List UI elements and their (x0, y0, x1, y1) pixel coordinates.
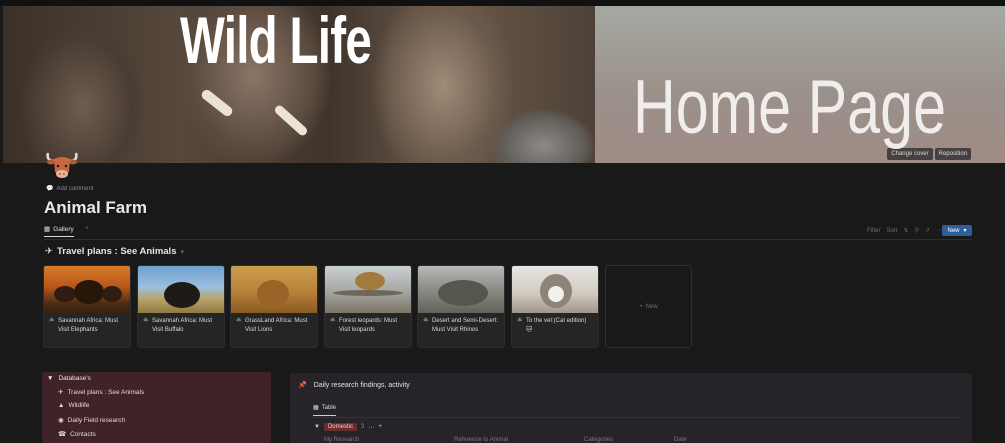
new-button[interactable]: New ▾ (942, 225, 972, 236)
sort-button[interactable]: Sort (887, 228, 898, 234)
db-link-daily-field-research[interactable]: ◉ Daily Field research (58, 416, 126, 425)
card-title: Savannah Africa: Must Visit Buffalo (152, 318, 213, 333)
new-button-label: New (947, 227, 960, 234)
group-header[interactable]: ▼ Domestic 3 ⋯ + (314, 423, 382, 431)
more-icon[interactable]: ⋯ (368, 424, 374, 431)
column-header[interactable]: Categories (584, 437, 613, 443)
palm-tree-icon: ☘ (330, 318, 336, 324)
tusk (273, 103, 309, 138)
tusk (199, 87, 235, 119)
card-image (325, 266, 411, 313)
page-title[interactable]: Animal Farm (44, 198, 147, 218)
db-link-label: Travel plans : See Animals (67, 388, 145, 396)
db-link-label: Daily Field research (67, 416, 126, 424)
tab-table-label: Table (321, 404, 337, 411)
tab-gallery[interactable]: ▦ Gallery (44, 225, 74, 237)
gallery-card[interactable]: ☘ To the vet:(Cat edition) 🐱 (511, 265, 599, 348)
contacts-icon: ☎ (58, 431, 67, 438)
search-icon[interactable]: ⚲ (915, 227, 919, 234)
add-icon[interactable]: + (378, 424, 382, 430)
research-title-label: Daily research findings, activity (313, 381, 410, 389)
card-title: Forest leopards: Must Visit leopards (339, 318, 398, 333)
cover-title-right: Home Page (633, 65, 947, 150)
chevron-down-icon[interactable]: ▾ (180, 248, 184, 256)
tree-icon: ▲ (58, 402, 65, 409)
db-link-label: Contacts (70, 430, 96, 438)
new-card-button[interactable]: + New (605, 265, 692, 348)
palm-tree-icon: ☘ (423, 318, 429, 324)
triangle-down-icon[interactable]: ▼ (47, 375, 53, 382)
database-views-bar: ▦ Gallery + Filter Sort ↯ ⚲ ↗ ⋯ New ▾ (44, 225, 972, 240)
bull-icon[interactable] (44, 147, 80, 183)
add-view-icon[interactable]: + (85, 225, 89, 232)
gallery-card[interactable]: ☘ GrassLand Africa: Must Visit Lions (230, 265, 318, 348)
db-link-travel-plans[interactable]: ✈ Travel plans : See Animals (58, 388, 145, 397)
comment-icon: 💬 (46, 186, 54, 192)
group-count: 3 (360, 424, 365, 430)
column-header[interactable]: Date (674, 437, 687, 443)
card-image (138, 266, 224, 313)
gallery-title[interactable]: ✈ Travel plans : See Animals ▾ (45, 246, 184, 257)
card-image (231, 266, 317, 313)
tab-gallery-label: Gallery (53, 225, 74, 233)
db-link-label: Wildlife (68, 402, 90, 409)
card-image (418, 266, 504, 313)
airplane-icon: ✈ (58, 389, 64, 396)
airplane-icon: ✈ (45, 246, 53, 257)
palm-tree-icon: ☘ (517, 318, 523, 324)
filter-button[interactable]: Filter (867, 228, 880, 234)
triangle-down-icon[interactable]: ▼ (314, 424, 320, 430)
palm-tree-icon: ☘ (143, 318, 149, 324)
gallery-icon: ▦ (44, 226, 51, 233)
divider (310, 417, 960, 418)
databases-header: Database's (58, 375, 91, 382)
pin-icon: 📌 (298, 382, 307, 389)
palm-tree-icon: ☘ (236, 318, 242, 324)
gallery-card[interactable]: ☘ Forest leopards: Must Visit leopards (324, 265, 412, 348)
group-tag-domestic: Domestic (323, 423, 357, 431)
column-header[interactable]: Reference to Animal (454, 437, 508, 443)
tab-table[interactable]: ▦ Table (313, 404, 337, 416)
card-title: GrassLand Africa: Must Visit Lions (245, 318, 308, 333)
card-title: To the vet:(Cat edition) 🐱 (526, 318, 587, 333)
binoculars-icon: ◉ (58, 417, 64, 424)
research-database-panel: 📌 Daily research findings, activity ▦ Ta… (290, 373, 972, 443)
gallery-title-label: Travel plans : See Animals (56, 246, 177, 257)
databases-toggle[interactable]: ▼ Database's (47, 375, 91, 382)
add-comment-label: Add comment (56, 185, 94, 192)
plus-icon: + (639, 303, 643, 310)
gallery-card[interactable]: ☘ Savannah Africa: Must Visit Buffalo (137, 265, 225, 348)
research-title[interactable]: 📌 Daily research findings, activity (298, 381, 410, 390)
add-comment-button[interactable]: 💬 Add comment (46, 185, 94, 193)
card-image (44, 266, 130, 313)
view-toolbar: Filter Sort ↯ ⚲ ↗ ⋯ (867, 227, 942, 235)
column-header[interactable]: My Research (324, 437, 359, 443)
card-image (512, 266, 598, 313)
new-card-label: New (645, 303, 658, 310)
lightning-icon[interactable]: ↯ (904, 227, 909, 234)
palm-tree-icon: ☘ (49, 318, 55, 324)
gallery-card[interactable]: ☘ Desert and Semi-Desert: Must Visit Rhin… (417, 265, 505, 348)
card-title: Savannah Africa: Must Visit Elephants (58, 318, 119, 333)
table-icon: ▦ (313, 405, 319, 411)
card-title: Desert and Semi-Desert: Must Visit Rhino… (432, 318, 499, 333)
gallery-card[interactable]: ☘ Savannah Africa: Must Visit Elephants (43, 265, 131, 348)
link-icon[interactable]: ↗ (925, 227, 930, 234)
chevron-down-icon[interactable]: ▾ (964, 227, 967, 234)
db-link-wildlife[interactable]: ▲ Wildlife (58, 402, 89, 409)
cover-title-left: Wild Life (180, 3, 372, 77)
db-link-contacts[interactable]: ☎ Contacts (58, 430, 96, 439)
databases-toggle-block: ▼ Database's ✈ Travel plans : See Animal… (42, 372, 271, 443)
